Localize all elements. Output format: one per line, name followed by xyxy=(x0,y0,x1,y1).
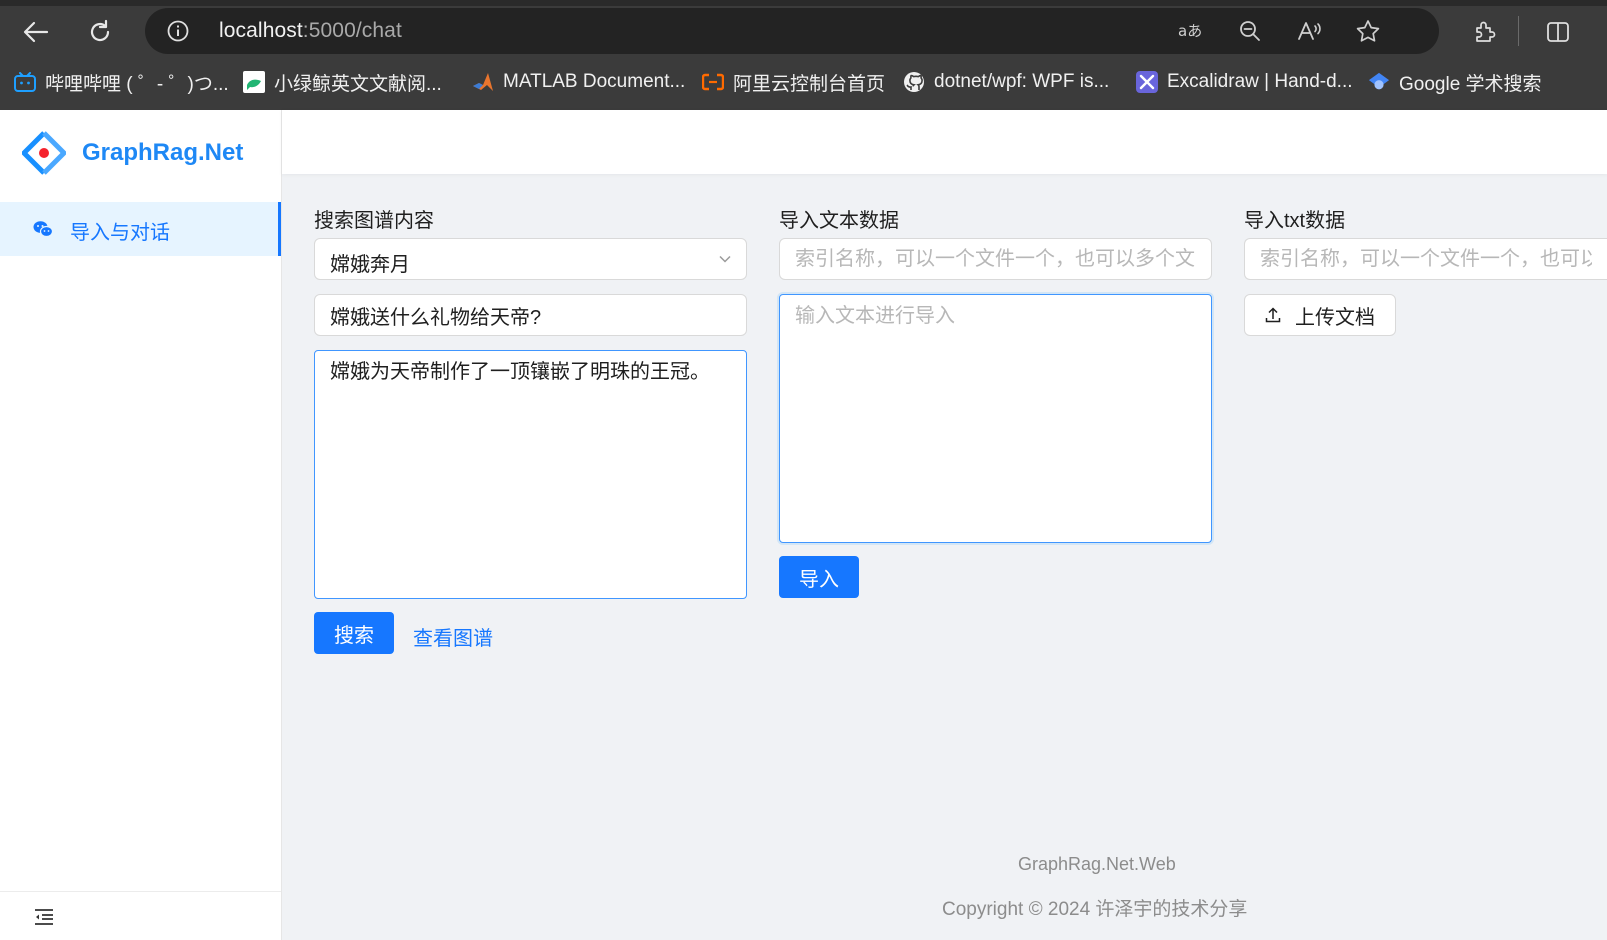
bookmark-label: dotnet/wpf: WPF is... xyxy=(934,71,1110,92)
bookmark-bilibili[interactable]: 哔哩哔哩 ( ゜- ゜)つ... xyxy=(14,69,229,95)
txt-index-input[interactable] xyxy=(1244,238,1607,280)
upload-icon xyxy=(1265,307,1281,323)
bookmark-label: 哔哩哔哩 ( ゜- ゜)つ... xyxy=(45,73,229,95)
bookmark-excalidraw[interactable]: Excalidraw | Hand-d... xyxy=(1136,69,1353,95)
logo-text: GraphRag.Net xyxy=(82,139,244,166)
import-text-textarea[interactable] xyxy=(779,294,1212,543)
back-button[interactable] xyxy=(18,14,54,50)
footer-copyright: Copyright © 2024 许泽宇的技术分享 xyxy=(942,899,1248,920)
bookmark-label: Excalidraw | Hand-d... xyxy=(1167,71,1353,92)
favorite-star-icon[interactable] xyxy=(1353,18,1383,44)
zoom-out-icon[interactable] xyxy=(1235,18,1265,44)
bookmarks-bar: 哔哩哔哩 ( ゜- ゜)つ... 小绿鲸英文文献阅... MATLAB Docu… xyxy=(0,62,1607,102)
graphrag-logo-icon xyxy=(22,131,66,175)
menu-active-indicator xyxy=(278,202,281,256)
excalidraw-icon xyxy=(1136,71,1158,93)
page-viewport: GraphRag.Net 导入与对话 搜索图谱内容 嫦娥奔月 嫦娥为天帝制作了一… xyxy=(0,110,1607,940)
import-button[interactable]: 导入 xyxy=(779,556,859,598)
search-button[interactable]: 搜索 xyxy=(314,612,394,654)
aliyun-icon xyxy=(702,71,724,93)
translate-icon[interactable]: aあ xyxy=(1176,18,1206,44)
search-graph-label: 搜索图谱内容 xyxy=(314,210,434,232)
url-path: :5000/chat xyxy=(302,19,402,42)
whale-icon xyxy=(243,71,265,93)
bookmark-aliyun[interactable]: 阿里云控制台首页 xyxy=(702,69,885,95)
reload-icon xyxy=(90,19,110,42)
arrow-left-icon xyxy=(23,21,49,43)
question-input[interactable] xyxy=(314,294,747,336)
info-icon[interactable] xyxy=(167,20,189,42)
matlab-icon xyxy=(472,71,494,93)
app-logo[interactable]: GraphRag.Net xyxy=(22,130,243,176)
split-screen-button[interactable] xyxy=(1540,14,1576,50)
browser-chrome: localhost:5000/chat aあ 哔哩哔哩 ( ゜- ゜)つ... … xyxy=(0,0,1607,110)
upload-document-button[interactable]: 上传文档 xyxy=(1244,294,1396,336)
puzzle-icon xyxy=(1476,21,1496,42)
tab-strip xyxy=(0,0,1607,6)
bookmark-label: 小绿鲸英文文献阅... xyxy=(274,73,442,95)
bookmark-github[interactable]: dotnet/wpf: WPF is... xyxy=(903,69,1109,95)
import-text-label: 导入文本数据 xyxy=(779,210,899,232)
menu-item-import-chat[interactable]: 导入与对话 xyxy=(0,202,281,256)
bookmark-label: 阿里云控制台首页 xyxy=(733,73,886,95)
bilibili-icon xyxy=(14,71,36,93)
bookmark-label: Google 学术搜索 xyxy=(1399,73,1542,95)
google-scholar-icon xyxy=(1368,71,1390,93)
url-host: localhost xyxy=(219,19,303,42)
sidebar-footer xyxy=(0,891,281,940)
view-graph-link[interactable]: 查看图谱 xyxy=(413,622,493,651)
sidebar: GraphRag.Net 导入与对话 xyxy=(0,110,282,940)
chevron-down-icon xyxy=(719,255,731,263)
read-aloud-icon[interactable] xyxy=(1295,18,1325,44)
github-icon xyxy=(903,71,925,93)
reload-button[interactable] xyxy=(82,14,118,50)
answer-textarea[interactable]: 嫦娥为天帝制作了一顶镶嵌了明珠的王冠。 xyxy=(314,350,747,599)
address-bar[interactable]: localhost:5000/chat aあ xyxy=(145,8,1439,54)
bookmark-label: MATLAB Document... xyxy=(503,71,686,92)
graph-select-value: 嫦娥奔月 xyxy=(330,254,410,276)
bookmark-xiaolvjing[interactable]: 小绿鲸英文文献阅... xyxy=(243,69,442,95)
svg-text:aあ: aあ xyxy=(1178,22,1202,40)
url-text[interactable]: localhost:5000/chat xyxy=(219,19,402,43)
bookmark-matlab[interactable]: MATLAB Document... xyxy=(472,69,685,95)
split-screen-icon xyxy=(1547,22,1569,42)
bookmark-google-scholar[interactable]: Google 学术搜索 xyxy=(1368,69,1542,95)
toolbar-divider xyxy=(1518,16,1519,46)
page-header xyxy=(282,110,1607,174)
text-index-input[interactable] xyxy=(779,238,1212,280)
extensions-button[interactable] xyxy=(1467,14,1503,50)
menu-item-label: 导入与对话 xyxy=(70,222,170,244)
wechat-icon xyxy=(33,221,53,238)
upload-document-label: 上传文档 xyxy=(1295,306,1375,329)
import-txt-label: 导入txt数据 xyxy=(1244,210,1346,232)
footer-app-name: GraphRag.Net.Web xyxy=(1018,854,1176,874)
graph-select[interactable]: 嫦娥奔月 xyxy=(314,238,747,280)
menu-fold-icon[interactable] xyxy=(34,908,54,926)
